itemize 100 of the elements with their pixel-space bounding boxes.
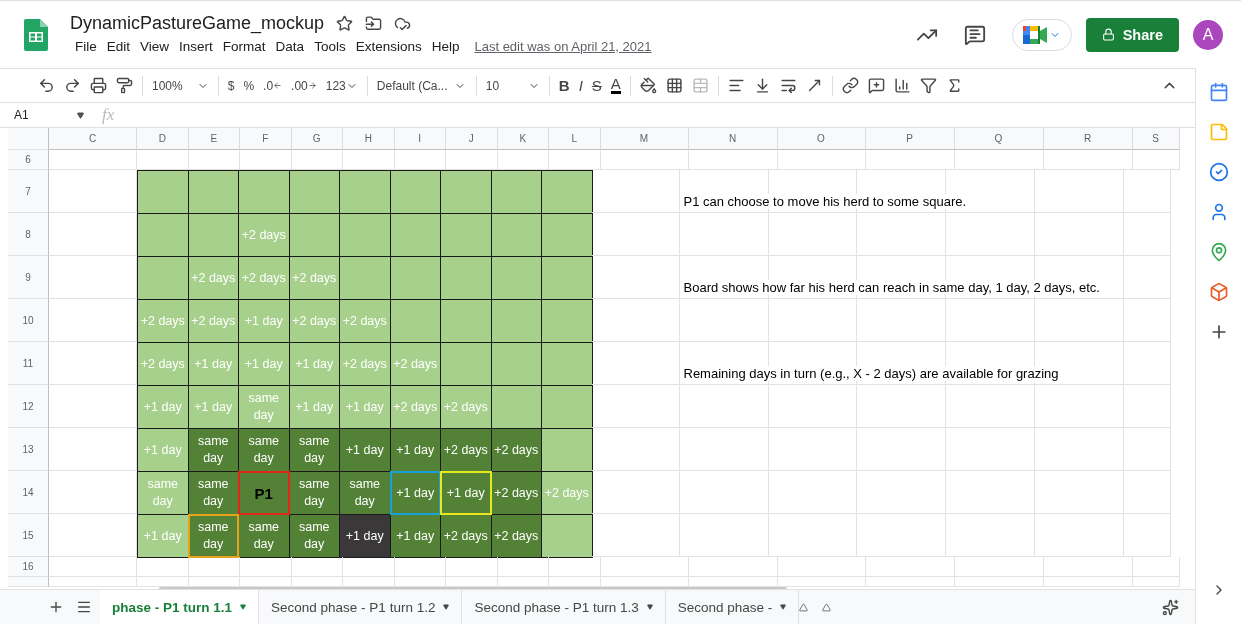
sheet-cell[interactable] — [1123, 514, 1171, 557]
column-header[interactable]: I — [394, 128, 446, 150]
last-edit-link[interactable]: Last edit was on April 21, 2021 — [474, 39, 652, 54]
board-cell[interactable]: +2 days — [440, 514, 492, 558]
sheet-cell[interactable] — [137, 557, 189, 577]
sheet-cell[interactable] — [343, 557, 395, 577]
row-header[interactable] — [8, 577, 49, 587]
board-cell[interactable]: +1 day — [389, 471, 441, 515]
sheet-tab[interactable]: phase - P1 turn 1.1 — [100, 590, 260, 624]
zoom-select[interactable]: 100% — [152, 78, 209, 93]
borders-icon[interactable] — [665, 77, 683, 94]
sheet-cell[interactable] — [1034, 514, 1124, 557]
row-header[interactable]: 16 — [8, 557, 49, 577]
menu-item[interactable]: Insert — [174, 37, 218, 56]
row-header[interactable]: 15 — [8, 514, 49, 557]
row-header[interactable]: 7 — [8, 170, 49, 213]
sheet-cell[interactable] — [856, 385, 946, 428]
column-header[interactable]: N — [688, 128, 778, 150]
number-format-select[interactable]: 123 — [325, 78, 358, 93]
board-cell[interactable] — [137, 170, 189, 214]
row-header[interactable]: 9 — [8, 256, 49, 299]
sheet-cell[interactable] — [777, 150, 866, 170]
board-cell[interactable] — [440, 213, 492, 257]
board-cell[interactable]: +1 day — [339, 514, 391, 558]
sheet-tab[interactable]: Second phase - P1 turn 1.2 — [259, 590, 463, 624]
note-icon[interactable] — [1208, 122, 1229, 142]
add-comment-icon[interactable] — [867, 77, 885, 94]
sheet-cell[interactable] — [679, 514, 769, 557]
currency-button[interactable]: $ — [227, 78, 235, 93]
sheet-cell[interactable] — [49, 150, 137, 170]
board-cell[interactable] — [339, 170, 391, 214]
sheet-cell[interactable] — [1034, 428, 1124, 471]
sheet-cell[interactable] — [945, 385, 1035, 428]
account-avatar[interactable]: A — [1193, 19, 1223, 50]
sheet-cell[interactable] — [291, 557, 343, 577]
sheet-cell[interactable] — [777, 557, 866, 577]
column-header[interactable]: M — [600, 128, 689, 150]
folder-move-icon[interactable] — [365, 15, 383, 32]
increase-decimal-button[interactable]: .00 — [291, 78, 317, 93]
italic-button[interactable]: I — [578, 77, 583, 94]
sheet-cell[interactable] — [856, 213, 946, 256]
sheet-cell[interactable] — [1123, 342, 1171, 385]
menu-item[interactable]: Tools — [309, 37, 351, 56]
align-left-icon[interactable] — [727, 77, 745, 94]
board-cell[interactable] — [541, 385, 593, 429]
column-header[interactable]: S — [1132, 128, 1180, 150]
name-box[interactable]: A1 — [0, 108, 90, 122]
menu-item[interactable]: Extensions — [350, 37, 427, 56]
sheet-cell[interactable] — [1132, 557, 1180, 577]
text-wrap-icon[interactable] — [779, 77, 797, 94]
sheet-cell[interactable] — [688, 150, 778, 170]
board-cell[interactable] — [440, 170, 492, 214]
sheet-cell[interactable] — [679, 428, 769, 471]
sheet-cell[interactable] — [856, 299, 946, 342]
sheet-cell[interactable] — [954, 150, 1044, 170]
board-cell[interactable] — [389, 256, 441, 300]
link-icon[interactable] — [841, 77, 859, 94]
chart-icon[interactable] — [893, 77, 911, 94]
board-cell[interactable]: same day — [288, 428, 340, 472]
menu-item[interactable]: Data — [270, 37, 310, 56]
sheet-cell[interactable] — [1123, 299, 1171, 342]
sheet-cell[interactable] — [945, 428, 1035, 471]
sheet-cell[interactable] — [1123, 256, 1171, 299]
sheet-cell[interactable] — [591, 213, 680, 256]
board-cell[interactable] — [187, 213, 239, 257]
sheet-cell[interactable] — [768, 514, 857, 557]
board-cell[interactable]: +2 days — [490, 471, 542, 515]
sheet-cell[interactable] — [591, 385, 680, 428]
sheet-cell[interactable] — [856, 428, 946, 471]
sheet-cell[interactable] — [591, 256, 680, 299]
board-cell[interactable]: +1 day — [339, 428, 391, 472]
sheet-cell[interactable] — [777, 577, 866, 587]
column-header[interactable]: F — [240, 128, 292, 150]
print-icon[interactable] — [90, 77, 107, 94]
board-cell[interactable]: +1 day — [389, 514, 441, 558]
sheet-cell[interactable] — [600, 557, 689, 577]
sheet-tab[interactable]: Second phase - — [665, 590, 800, 624]
undo-icon[interactable] — [38, 77, 55, 94]
menu-item[interactable]: Format — [217, 37, 271, 56]
board-cell[interactable]: +1 day — [440, 471, 492, 515]
bold-button[interactable]: B — [558, 77, 570, 94]
board-cell[interactable] — [238, 170, 290, 214]
column-header[interactable]: Q — [954, 128, 1044, 150]
sheet-cell[interactable] — [1034, 170, 1124, 213]
board-cell[interactable]: same day — [339, 471, 391, 515]
board-cell[interactable] — [440, 342, 492, 386]
sheet-cell[interactable] — [600, 150, 689, 170]
sheet-cell[interactable] — [856, 471, 946, 514]
board-cell[interactable] — [389, 170, 441, 214]
redo-icon[interactable] — [64, 77, 81, 94]
player-cell[interactable]: P1 — [238, 471, 290, 515]
board-cell[interactable]: same day — [288, 514, 340, 558]
strikethrough-button[interactable]: S — [591, 77, 602, 94]
sheet-cell[interactable] — [768, 471, 857, 514]
sheet-cell[interactable] — [446, 557, 498, 577]
board-cell[interactable]: same day — [187, 428, 239, 472]
cloud-saved-icon[interactable] — [394, 15, 412, 32]
board-cell[interactable] — [541, 213, 593, 257]
paint-format-icon[interactable] — [116, 77, 133, 94]
sheet-cell[interactable] — [679, 471, 769, 514]
